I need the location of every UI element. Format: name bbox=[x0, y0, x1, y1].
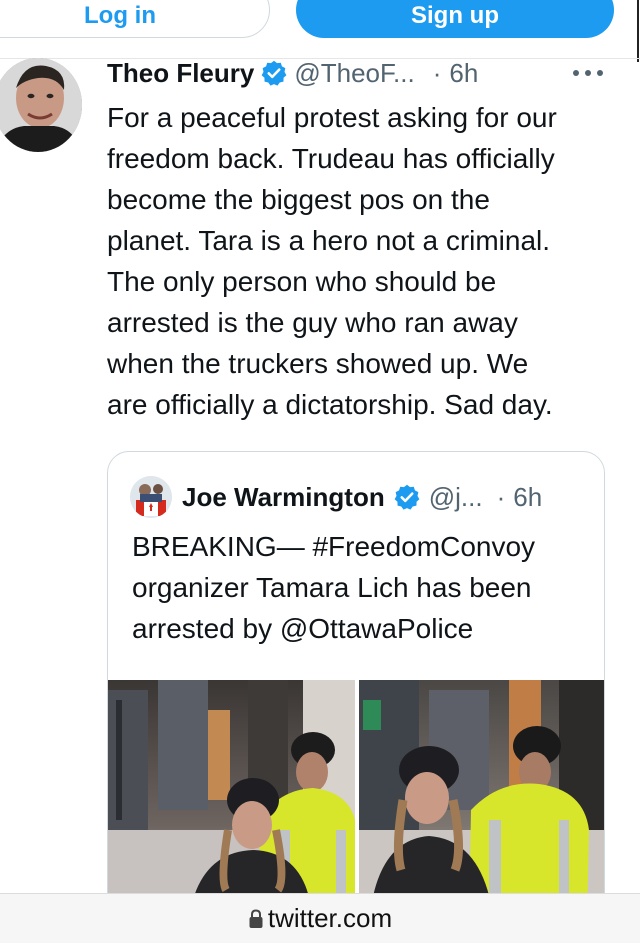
author-avatar[interactable] bbox=[0, 58, 82, 152]
url-text: twitter.com bbox=[267, 903, 393, 933]
quoted-tweet-text: BREAKING— #FreedomConvoy organizer Tamar… bbox=[132, 531, 536, 644]
lock-icon bbox=[248, 908, 264, 929]
quoted-tweet-timestamp[interactable]: 6h bbox=[513, 482, 542, 513]
author-name[interactable]: Theo Fleury bbox=[107, 58, 254, 89]
auth-bar: Log in Sign up bbox=[0, 0, 640, 58]
more-horizontal-icon[interactable] bbox=[568, 56, 608, 90]
tweet-text: For a peaceful protest asking for our fr… bbox=[107, 102, 557, 420]
browser-url-bar[interactable]: twitter.com bbox=[0, 893, 640, 943]
author-handle[interactable]: @TheoF... bbox=[294, 58, 414, 89]
verified-badge-icon bbox=[260, 59, 288, 87]
separator-dot: · bbox=[432, 57, 442, 88]
separator-dot: · bbox=[496, 481, 506, 512]
login-button[interactable]: Log in bbox=[0, 0, 270, 38]
verified-badge-icon bbox=[393, 483, 421, 511]
quoted-author-handle[interactable]: @j... bbox=[429, 482, 483, 513]
quoted-tweet-card[interactable]: Joe Warmington @j... · 6h BREAKING— #Fre… bbox=[107, 451, 605, 921]
quoted-tweet-header: Joe Warmington @j... · 6h bbox=[182, 478, 542, 516]
media-photo-2[interactable] bbox=[359, 680, 604, 920]
quoted-author-name[interactable]: Joe Warmington bbox=[182, 482, 385, 513]
quoted-tweet-media bbox=[108, 680, 604, 920]
quoted-author-avatar bbox=[130, 476, 172, 518]
signup-button[interactable]: Sign up bbox=[296, 0, 614, 38]
edge-divider bbox=[637, 0, 639, 62]
media-photo-1[interactable] bbox=[108, 680, 355, 920]
tweet-header: Theo Fleury @TheoF... · 6h bbox=[107, 56, 607, 90]
tweet-timestamp[interactable]: 6h bbox=[449, 58, 478, 89]
